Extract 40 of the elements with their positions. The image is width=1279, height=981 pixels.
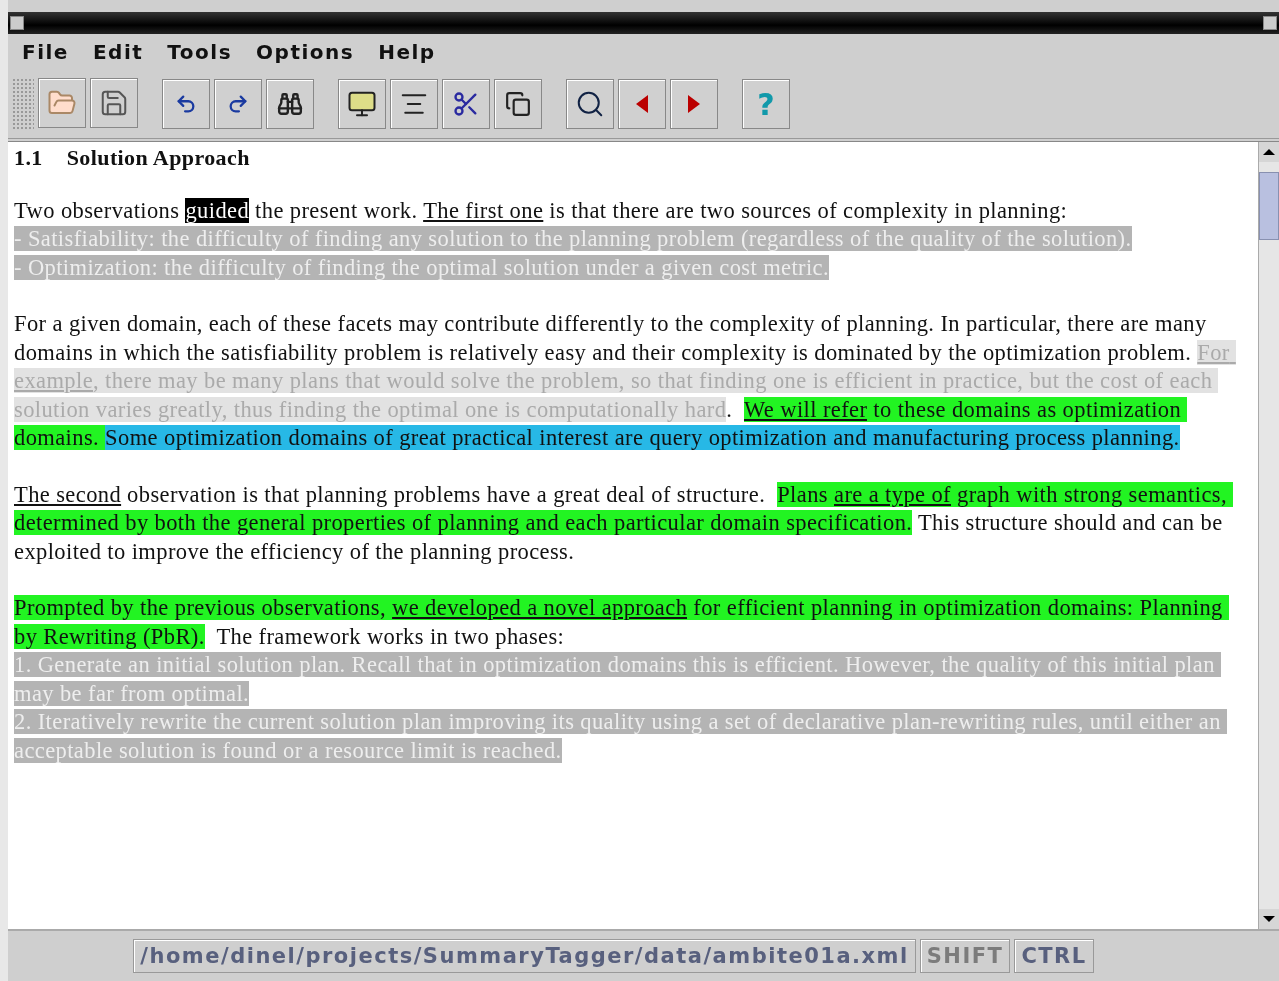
save-button[interactable] [90,78,138,128]
scrollbar-track[interactable] [1258,142,1279,929]
list-item: - Optimization: the difficulty of finding the optimal solution under a given cost metric. [14,253,831,282]
scroll-down-icon[interactable] [1259,909,1279,929]
toolbar-grip[interactable] [12,78,34,130]
save-icon [99,88,129,118]
file-path: /home/dinel/projects/SummaryTagger/data/ambite01a.xml [133,939,916,973]
redo-icon [227,93,249,115]
align-button[interactable] [390,79,438,129]
monitor-icon [347,89,377,119]
redo-button[interactable] [214,79,262,129]
open-button[interactable] [38,78,86,128]
undo-icon [175,93,197,115]
previous-button[interactable] [618,79,666,129]
search-button[interactable] [566,79,614,129]
caret-left-icon [636,95,648,113]
menu-item[interactable]: Options [256,40,355,64]
next-button[interactable] [670,79,718,129]
menu-item[interactable]: Edit [92,40,144,64]
copy-button[interactable] [494,79,542,129]
scrollbar-thumb[interactable] [1259,172,1279,240]
search-icon [575,89,605,119]
menu-item[interactable]: Help [378,40,436,64]
list-item: - Satisfiability: the difficulty of finding any solution to the planning problem (regardless of the quality of the solution). [14,225,1133,253]
section-heading: Solution Approach [66,144,250,172]
undo-button[interactable] [162,79,210,129]
section-number: 1.1 [14,144,43,172]
cut-button[interactable] [442,79,490,129]
menu-item[interactable]: Tools [167,40,233,64]
scroll-up-icon[interactable] [1259,142,1279,162]
find-button[interactable] [266,79,314,129]
caret-right-icon [688,95,700,113]
key-indicator: CTRL [1014,939,1094,973]
menu-item[interactable]: File [22,40,69,64]
copy-icon [505,91,531,117]
document-paragraph: Two observations guided the present work. The first one is that there are two sources of complexity in planning: [14,196,1069,225]
document-paragraph: For a given domain, each of these facets may contribute differently to the complexity of planning. In particular, there are many domains in which the satisfiability problem is relatively easy and their complexity is dominated by the optimization problem. For example, there may be many plans that would solve the problem, so that finding one is efficient in practice, but the cost of each solution varies greatly, thus finding the optimal one is computationally hard. We will refer to these domains as optimization domains. Some optimization domains of great practical interest are query optimization and manufacturing process planning. [14,310,1252,453]
binoculars-icon [277,91,303,117]
key-indicator: SHIFT [919,939,1011,973]
view-button[interactable] [338,79,386,129]
